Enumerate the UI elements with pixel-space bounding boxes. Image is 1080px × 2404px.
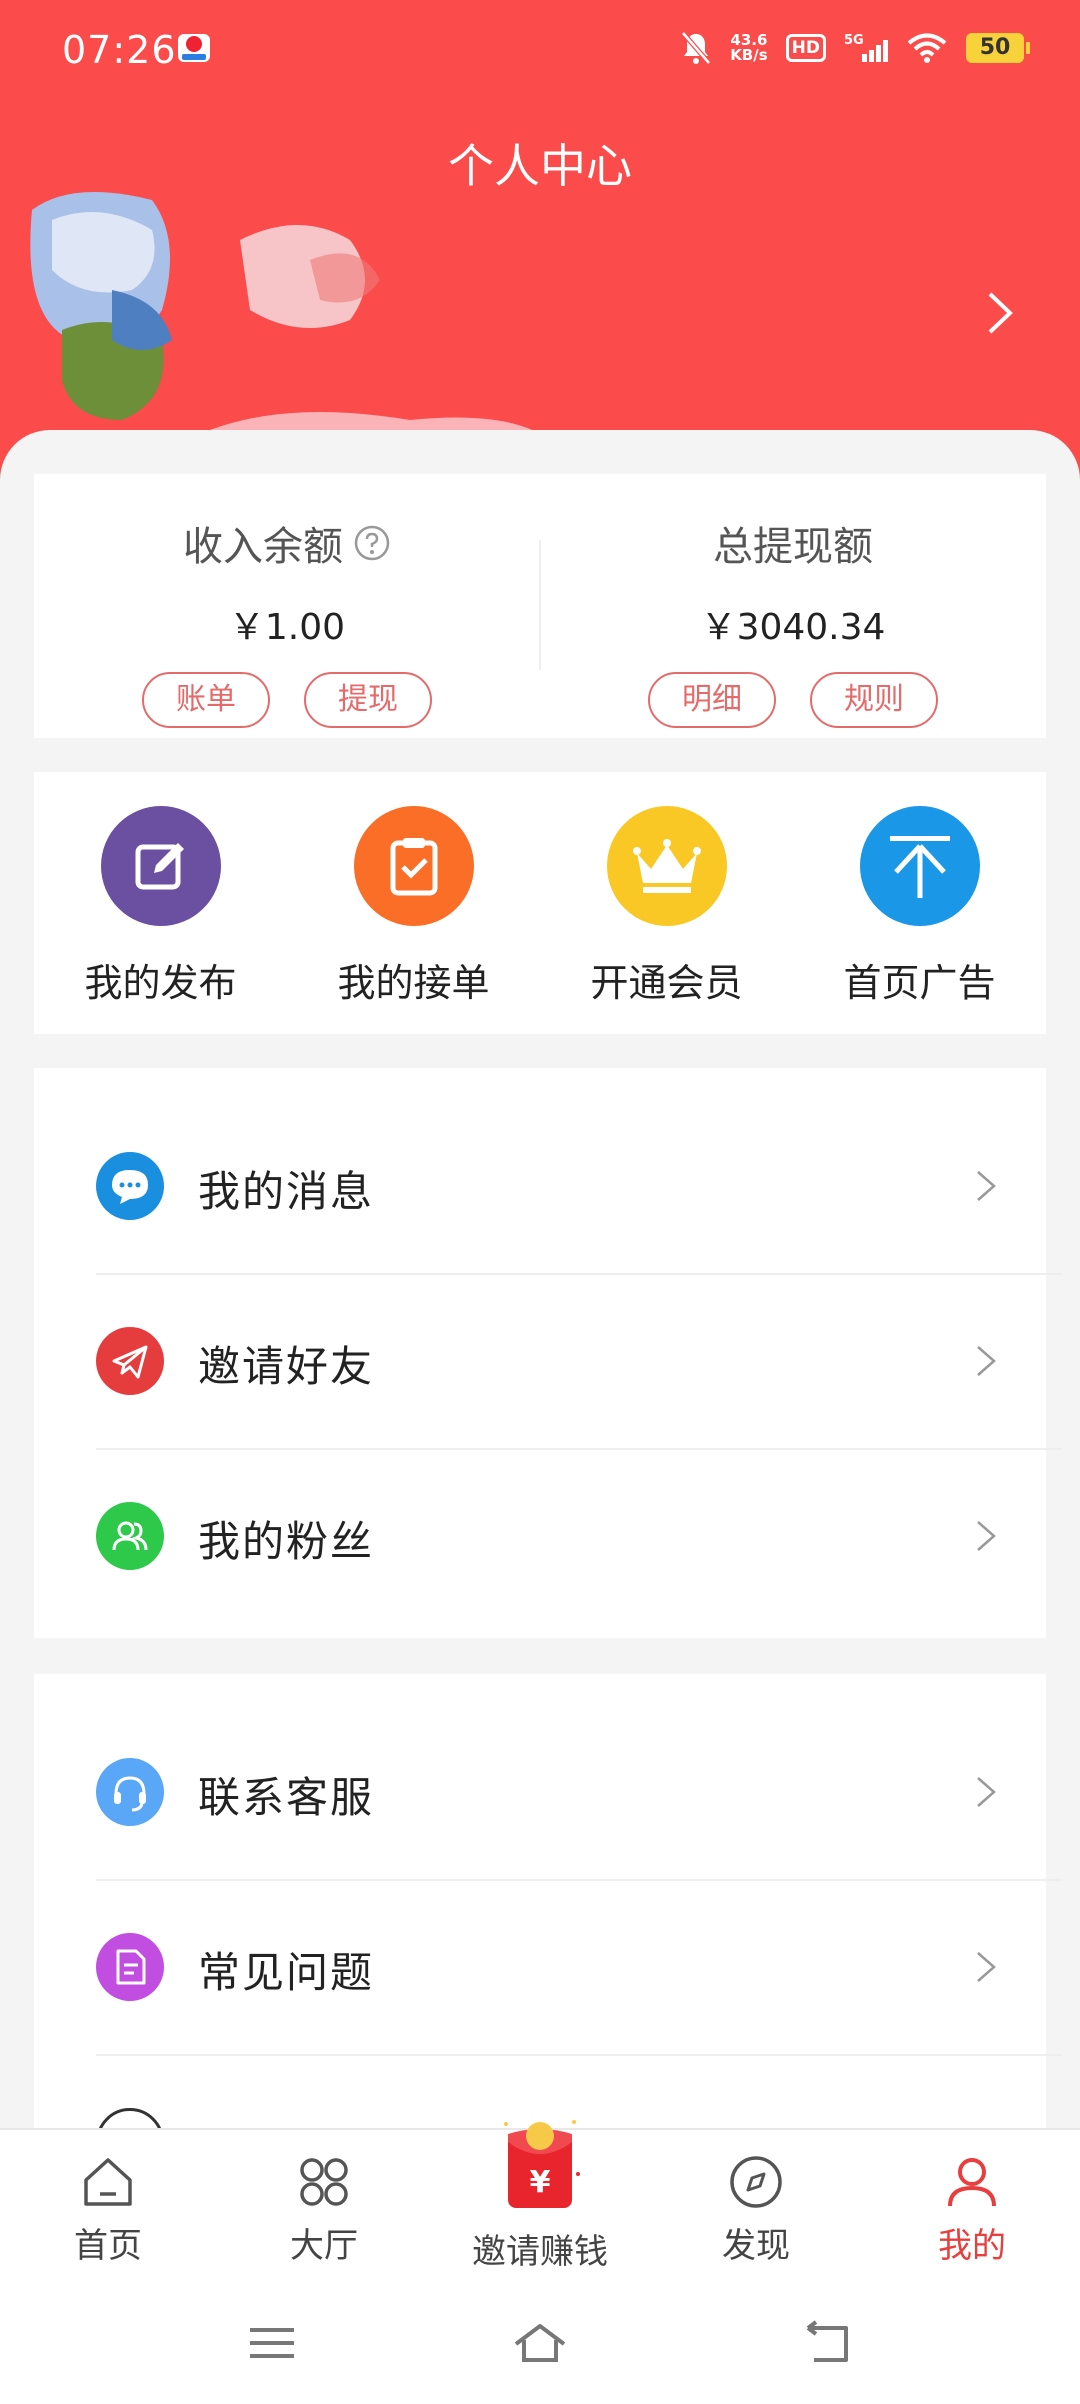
shortcut-my-posts[interactable]: 我的发布 (34, 806, 287, 1007)
withdraw-button[interactable]: 提现 (304, 672, 432, 728)
clipboard-check-icon (353, 806, 474, 926)
system-nav-bar (0, 2278, 1080, 2404)
rules-button[interactable]: 规则 (810, 672, 938, 728)
bell-off-icon (681, 31, 712, 65)
tab-label: 发现 (722, 2226, 790, 2266)
status-bar: 07:26 43.6 KB/s HD 5G 50 (0, 0, 1080, 100)
shortcut-my-orders[interactable]: 我的接单 (287, 806, 540, 1007)
shortcut-label: 开通会员 (590, 961, 743, 1005)
chevron-right-icon (977, 1777, 996, 1807)
chevron-right-icon (977, 1171, 996, 1201)
network-speed: 43.6 KB/s (730, 31, 768, 64)
withdraw-total-label: 总提现额 (713, 524, 873, 570)
status-icons: 43.6 KB/s HD 5G 50 (680, 30, 1030, 66)
tab-label: 首页 (74, 2226, 142, 2266)
menu-group-2: 联系客服 常见问题 (34, 1674, 1062, 2176)
menu-icon[interactable] (244, 2318, 300, 2368)
chevron-right-icon (977, 1952, 996, 1982)
tab-hall[interactable]: 大厅 (216, 2130, 432, 2280)
paper-plane-icon (96, 1327, 164, 1395)
shortcut-membership[interactable]: 开通会员 (540, 806, 793, 1007)
details-button[interactable]: 明细 (648, 672, 776, 728)
svg-text:5G: 5G (844, 33, 864, 48)
income-value: ￥1.00 (228, 607, 346, 648)
withdraw-total-value: ￥3040.34 (700, 607, 886, 648)
message-icon (96, 1152, 164, 1220)
back-icon[interactable] (800, 2318, 856, 2368)
wifi-icon (907, 33, 947, 63)
tab-discover[interactable]: 发现 (648, 2130, 864, 2280)
svg-text:¥: ¥ (530, 2165, 551, 2200)
avatar[interactable] (12, 180, 212, 430)
tab-label: 邀请赚钱 (472, 2232, 608, 2272)
menu-item-faq[interactable]: 常见问题 (34, 1879, 1046, 2054)
chevron-right-icon (977, 1521, 996, 1551)
menu-item-fans[interactable]: 我的粉丝 (34, 1448, 1046, 1623)
menu-group-1: 我的消息 邀请好友 我的粉丝 (34, 1068, 1062, 1638)
edit-icon (100, 806, 221, 926)
menu-label: 常见问题 (198, 1948, 375, 1997)
signal-5g-icon: 5G (844, 33, 888, 62)
tab-label: 我的 (938, 2226, 1006, 2266)
menu-item-messages[interactable]: 我的消息 (34, 1098, 1046, 1273)
home-button-icon[interactable] (512, 2318, 568, 2368)
income-label: 收入余额 (183, 524, 343, 570)
crown-icon (606, 806, 727, 926)
arrow-up-icon (859, 806, 980, 926)
help-icon[interactable] (353, 524, 391, 562)
document-icon (96, 1933, 164, 2001)
income-balance: 收入余额 ￥1.00 账单 提现 (34, 514, 540, 728)
tab-home[interactable]: 首页 (0, 2130, 216, 2280)
hd-badge: HD (785, 34, 826, 62)
menu-label: 我的消息 (198, 1167, 375, 1216)
person-icon (948, 2158, 996, 2207)
tab-label: 大厅 (290, 2226, 358, 2266)
shortcut-home-ads[interactable]: 首页广告 (793, 806, 1046, 1007)
menu-item-customer-service[interactable]: 联系客服 (34, 1704, 1046, 1879)
home-icon (84, 2158, 132, 2206)
shortcut-label: 首页广告 (843, 961, 996, 1005)
red-packet-icon[interactable]: ¥ (500, 2114, 580, 2214)
fans-icon (96, 1502, 164, 1570)
menu-label: 联系客服 (198, 1773, 375, 1822)
grid-icon (300, 2158, 348, 2206)
menu-label: 我的粉丝 (198, 1517, 375, 1566)
headset-icon (96, 1758, 164, 1826)
status-time: 07:26 (62, 28, 177, 72)
chevron-right-icon (977, 1346, 996, 1376)
total-withdraw: 总提现额 ￥3040.34 明细 规则 (540, 514, 1046, 728)
chevron-right-icon[interactable] (980, 288, 1020, 338)
balance-card: 收入余额 ￥1.00 账单 提现 总提现额 ￥3040.34 明细 规则 (34, 474, 1046, 738)
menu-label: 邀请好友 (198, 1342, 375, 1391)
shortcut-grid: 我的发布 我的接单 开通会员 首页广告 (34, 772, 1046, 1034)
battery-indicator: 50 (966, 33, 1030, 63)
app-notification-icon (178, 34, 210, 62)
shortcut-label: 我的接单 (337, 961, 490, 1005)
tab-mine[interactable]: 我的 (864, 2130, 1080, 2280)
shortcut-label: 我的发布 (84, 961, 237, 1005)
compass-icon (730, 2156, 782, 2208)
menu-item-invite-friends[interactable]: 邀请好友 (34, 1273, 1046, 1448)
bill-button[interactable]: 账单 (142, 672, 270, 728)
